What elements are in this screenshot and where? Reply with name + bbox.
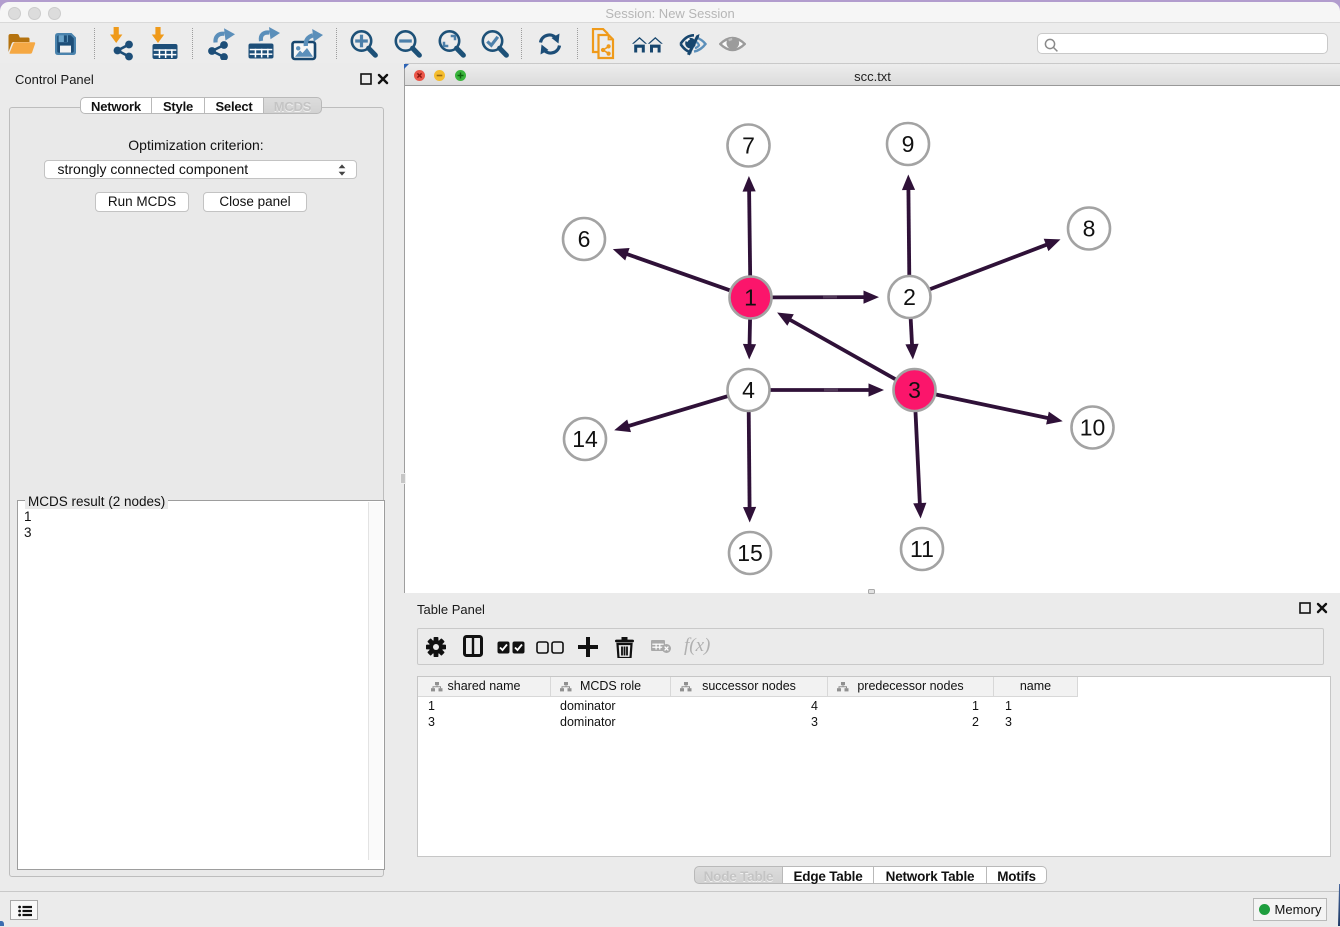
svg-text:11: 11 bbox=[910, 536, 934, 562]
svg-text:14: 14 bbox=[572, 426, 598, 452]
svg-text:3: 3 bbox=[908, 377, 921, 403]
svg-text:7: 7 bbox=[742, 133, 755, 159]
svg-text:6: 6 bbox=[578, 226, 591, 252]
svg-text:10: 10 bbox=[1080, 415, 1106, 441]
svg-text:4: 4 bbox=[742, 377, 755, 403]
svg-text:1: 1 bbox=[744, 285, 757, 311]
svg-text:15: 15 bbox=[737, 540, 763, 566]
svg-text:9: 9 bbox=[902, 131, 915, 157]
svg-text:f(x): f(x) bbox=[684, 635, 710, 656]
svg-text:2: 2 bbox=[903, 284, 916, 310]
svg-text:8: 8 bbox=[1083, 216, 1096, 242]
